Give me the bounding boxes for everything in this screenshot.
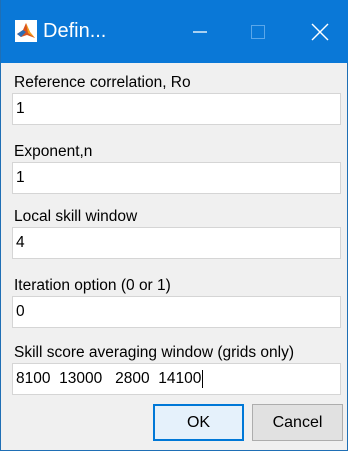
reference-correlation-input[interactable]: 1 bbox=[12, 93, 341, 125]
maximize-icon bbox=[251, 24, 265, 39]
exponent-input[interactable]: 1 bbox=[12, 162, 341, 194]
skill-score-averaging-window-input[interactable]: 8100 13000 2800 14100 bbox=[12, 363, 341, 395]
reference-correlation-label: Reference correlation, Ro bbox=[14, 74, 191, 91]
ok-button[interactable]: OK bbox=[153, 404, 244, 441]
window-title: Defin... bbox=[43, 20, 107, 42]
dialog-window: Defin... Reference correlation, Ro 1 Exp… bbox=[0, 0, 348, 451]
exponent-label: Exponent,n bbox=[14, 143, 93, 160]
skill-score-averaging-window-label: Skill score averaging window (grids only… bbox=[14, 344, 294, 361]
title-bar[interactable]: Defin... bbox=[1, 0, 348, 63]
iteration-option-input[interactable]: 0 bbox=[12, 296, 341, 328]
cancel-button[interactable]: Cancel bbox=[252, 404, 343, 441]
minimize-icon bbox=[193, 30, 207, 33]
minimize-button[interactable] bbox=[171, 0, 229, 63]
close-button[interactable] bbox=[291, 0, 348, 63]
skill-score-averaging-window-value: 8100 13000 2800 14100 bbox=[16, 370, 202, 387]
text-caret bbox=[202, 369, 204, 388]
close-icon bbox=[311, 23, 329, 40]
iteration-option-label: Iteration option (0 or 1) bbox=[14, 277, 171, 294]
local-skill-window-input[interactable]: 4 bbox=[12, 227, 341, 259]
local-skill-window-label: Local skill window bbox=[14, 208, 138, 225]
matlab-logo-icon bbox=[15, 20, 37, 42]
maximize-button bbox=[229, 0, 287, 63]
